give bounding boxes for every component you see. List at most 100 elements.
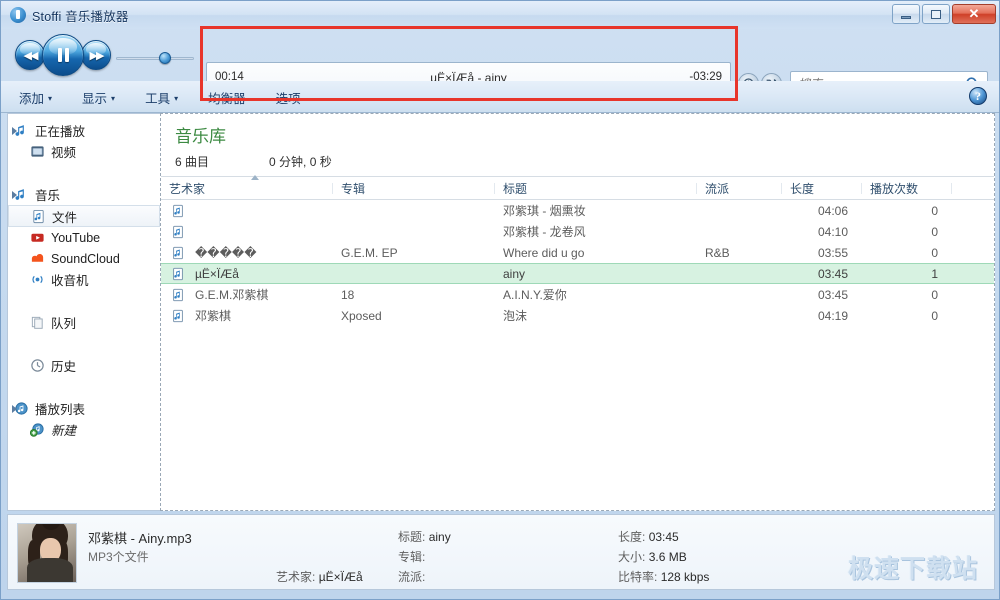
sidebar-group-header-音乐[interactable]: 音乐 — [8, 184, 160, 205]
table-body: 邓紫琪 - 烟熏妆04:060邓紫棋 - 龙卷风04:100�����G.E.M… — [161, 200, 994, 326]
sidebar-item-label: 视频 — [51, 142, 76, 161]
sidebar-spacer — [8, 290, 160, 306]
menu-item-4[interactable]: 选项 — [276, 88, 301, 107]
field-size-value: 3.6 MB — [649, 550, 687, 564]
maximize-button[interactable] — [922, 4, 950, 24]
music-file-icon — [31, 209, 46, 224]
current-file-type: MP3个文件 — [88, 548, 149, 565]
track-count-label: 6 曲目 — [175, 153, 209, 170]
row-music-note-icon — [171, 204, 185, 218]
field-title-value: ainy — [429, 530, 451, 544]
field-title-key: 标题: — [398, 530, 425, 544]
cell-genre: R&B — [697, 246, 782, 260]
column-header-标题[interactable]: 标题 — [495, 180, 697, 197]
menu-item-3[interactable]: 均衡器 — [208, 88, 246, 107]
cell-plays: 0 — [862, 288, 952, 302]
stoffi-logo-icon — [10, 7, 26, 23]
cell-length: 03:55 — [782, 246, 862, 260]
help-button[interactable]: ? — [969, 87, 987, 105]
cell-plays: 0 — [862, 246, 952, 260]
expand-triangle-icon[interactable] — [12, 127, 17, 135]
previous-button[interactable]: ◀◀ — [15, 40, 45, 70]
row-music-note-icon — [171, 246, 185, 260]
cell-title: 邓紫琪 - 烟熏妆 — [495, 202, 697, 219]
sidebar-group-4: 播放列表新建 — [8, 398, 160, 440]
field-bitrate-key: 比特率: — [618, 570, 657, 584]
library-stats: 6 曲目 0 分钟, 0 秒 — [175, 153, 332, 170]
sidebar-item-历史[interactable]: 历史 — [8, 355, 160, 376]
sidebar-item-视频[interactable]: 视频 — [8, 141, 160, 162]
expand-triangle-icon[interactable] — [12, 405, 17, 413]
field-size-key: 大小: — [618, 550, 645, 564]
column-header-专辑[interactable]: 专辑 — [333, 180, 495, 197]
album-art-thumbnail — [17, 523, 77, 583]
main-body: 正在播放视频音乐文件 YouTube SoundCloud收音机队列历史播放列表新建… — [7, 113, 995, 511]
video-film-icon — [30, 144, 45, 159]
table-row[interactable]: 邓紫棋Xposed泡沫04:190 — [161, 305, 994, 326]
radio-icon — [30, 272, 45, 287]
title-bar: Stoffi 音乐播放器 ✕ — [1, 1, 1000, 29]
cell-album: Xposed — [333, 309, 495, 323]
volume-slider[interactable] — [116, 52, 194, 64]
sidebar-group-label: 音乐 — [35, 185, 60, 204]
cell-plays: 1 — [862, 267, 952, 281]
cell-title: 邓紫棋 - 龙卷风 — [495, 223, 697, 240]
field-artist-key: 艺术家: — [276, 570, 315, 584]
column-header-播放次数[interactable]: 播放次数 — [862, 180, 952, 197]
cell-plays: 0 — [862, 225, 952, 239]
field-length-value: 03:45 — [649, 530, 679, 544]
table-row[interactable]: µË×ÏÆåainy03:451 — [161, 263, 994, 284]
menu-item-label: 均衡器 — [208, 92, 246, 106]
sidebar-item-SoundCloud[interactable]: SoundCloud — [8, 248, 160, 269]
menu-item-label: 选项 — [276, 92, 301, 106]
chevron-down-icon: ▾ — [48, 94, 52, 103]
field-genre-key: 流派: — [398, 570, 425, 584]
window-title: Stoffi 音乐播放器 — [32, 6, 129, 25]
column-header-流派[interactable]: 流派 — [697, 180, 782, 197]
sidebar-group-header-播放列表[interactable]: 播放列表 — [8, 398, 160, 419]
sidebar-spacer — [8, 162, 160, 178]
sidebar-item-label: 文件 — [52, 207, 77, 226]
column-header-长度[interactable]: 长度 — [782, 180, 862, 197]
menu-item-2[interactable]: 工具▾ — [145, 88, 178, 107]
column-header-艺术家[interactable]: 艺术家 — [161, 180, 333, 197]
field-genre: 流派: — [398, 568, 425, 585]
next-button[interactable]: ▶▶ — [81, 40, 111, 70]
table-row[interactable]: G.E.M.邓紫棋18A.I.N.Y.爱你03:450 — [161, 284, 994, 305]
cell-album: 18 — [333, 288, 495, 302]
pause-button[interactable] — [42, 34, 84, 76]
sidebar-item-label: YouTube — [51, 231, 100, 245]
total-duration-label: 0 分钟, 0 秒 — [269, 153, 332, 170]
minimize-button[interactable] — [892, 4, 920, 24]
menu-bar: 添加 ▾ 显示▾ 工具▾ 均衡器 选项 ? — [1, 81, 1000, 113]
sidebar-item-YouTube[interactable]: YouTube — [8, 227, 160, 248]
expand-triangle-icon[interactable] — [12, 191, 17, 199]
sidebar-group-1: 音乐文件 YouTube SoundCloud收音机 — [8, 184, 160, 290]
sidebar-item-文件[interactable]: 文件 — [8, 205, 160, 227]
table-row[interactable]: 邓紫棋 - 龙卷风04:100 — [161, 221, 994, 242]
close-button[interactable]: ✕ — [952, 4, 996, 24]
field-length: 长度: 03:45 — [618, 528, 679, 545]
sidebar-item-收音机[interactable]: 收音机 — [8, 269, 160, 290]
volume-knob[interactable] — [159, 52, 171, 64]
menu-item-label: 添加 — [19, 92, 44, 106]
cell-plays: 0 — [862, 309, 952, 323]
field-artist-value: µË×ÏÆå — [319, 570, 363, 584]
cell-album: G.E.M. EP — [333, 246, 495, 260]
app-window: Stoffi 音乐播放器 ✕ ◀◀ ▶▶ 00:14 µË×ÏÆå - ain — [0, 0, 1000, 600]
sidebar-item-队列[interactable]: 队列 — [8, 312, 160, 333]
sidebar-group-header-正在播放[interactable]: 正在播放 — [8, 120, 160, 141]
table-row[interactable]: 邓紫琪 - 烟熏妆04:060 — [161, 200, 994, 221]
sidebar-group-3: 历史 — [8, 355, 160, 376]
status-bar: 邓紫棋 - Ainy.mp3 MP3个文件 艺术家: µË×ÏÆå 标题: ai… — [7, 514, 995, 590]
cell-length: 04:19 — [782, 309, 862, 323]
table-row[interactable]: �����G.E.M. EPWhere did u goR&B03:550 — [161, 242, 994, 263]
menu-item-1[interactable]: 显示▾ — [82, 88, 115, 107]
row-music-note-icon — [171, 267, 185, 281]
menu-item-0[interactable]: 添加 ▾ — [19, 88, 52, 107]
sidebar-item-新建[interactable]: 新建 — [8, 419, 160, 440]
table-header-row: 艺术家专辑标题流派长度播放次数 — [161, 176, 994, 200]
current-file-name: 邓紫棋 - Ainy.mp3 — [88, 528, 192, 547]
menu-item-label: 工具 — [145, 92, 170, 106]
watermark: 极速下载站 — [848, 549, 978, 585]
